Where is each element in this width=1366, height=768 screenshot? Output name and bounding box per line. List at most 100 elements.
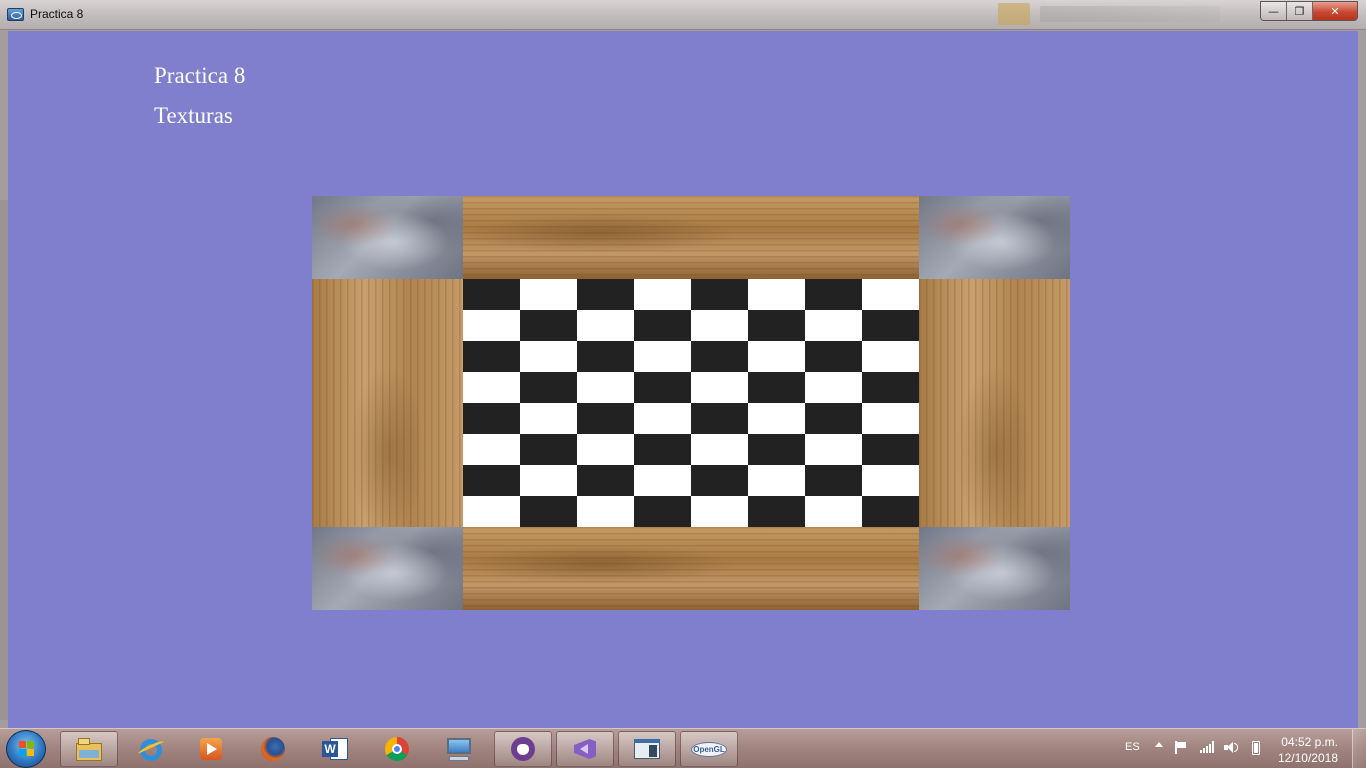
checker-cell [634,403,691,434]
checker-cell [577,403,634,434]
firefox-icon [258,735,288,763]
checker-cell [862,310,919,341]
background-window-title [1040,6,1220,22]
windows-start-icon [19,741,35,757]
show-desktop-button[interactable] [1352,729,1366,768]
app-window-icon [7,8,24,21]
checker-cell [691,434,748,465]
checker-cell [691,372,748,403]
volume-icon[interactable] [1224,741,1238,754]
checker-cell [520,496,577,527]
taskbar-internet-explorer[interactable] [122,731,180,767]
checker-cell [520,341,577,372]
checker-cell [748,341,805,372]
checker-cell [862,341,919,372]
checker-cell [463,310,520,341]
checker-cell [520,279,577,310]
checker-cell [520,465,577,496]
taskbar-github-desktop[interactable] [494,731,552,767]
caption-buttons: — ❐ ✕ [1260,1,1358,21]
title-bar[interactable]: Practica 8 — ❐ ✕ [0,0,1366,30]
clock-date[interactable]: 12/10/2018 [1278,751,1338,765]
checker-cell [520,372,577,403]
taskbar-visual-studio[interactable] [556,731,614,767]
close-icon: ✕ [1330,5,1340,18]
maximize-icon: ❐ [1294,5,1305,18]
wood-edge-top [463,196,919,279]
stone-corner-bottom-right [919,527,1070,610]
opengl-viewport[interactable]: Practica 8 Texturas [8,31,1358,728]
checker-cell [463,496,520,527]
stone-corner-top-right [919,196,1070,279]
action-center-flag-icon[interactable] [1175,741,1187,754]
language-indicator[interactable]: ES [1125,741,1140,753]
checker-cell [634,465,691,496]
taskbar-remote-desktop[interactable] [430,731,488,767]
checker-cell [577,279,634,310]
checker-cell [520,310,577,341]
checker-cell [691,496,748,527]
checker-cell [577,341,634,372]
checkerboard [463,279,919,527]
checker-cell [862,465,919,496]
checker-cell [463,434,520,465]
checker-cell [805,434,862,465]
checker-cell [577,465,634,496]
github-desktop-icon [508,735,538,763]
taskbar-file-explorer[interactable] [60,731,118,767]
minimize-button[interactable]: — [1261,2,1287,20]
window-left-edge [0,200,8,720]
checker-cell [463,372,520,403]
checker-cell [691,403,748,434]
checker-cell [577,496,634,527]
battery-icon[interactable] [1252,741,1260,755]
checker-cell [748,279,805,310]
close-button[interactable]: ✕ [1313,2,1357,20]
clock-time[interactable]: 04:52 p.m. [1281,735,1338,749]
remote-desktop-icon [444,735,474,763]
taskbar-firefox[interactable] [244,731,302,767]
taskbar-media-player[interactable] [182,731,240,767]
checker-cell [691,465,748,496]
checker-cell [805,279,862,310]
checker-cell [634,372,691,403]
taskbar-chrome[interactable] [368,731,426,767]
checker-cell [463,341,520,372]
checker-cell [634,341,691,372]
checker-cell [748,403,805,434]
checker-cell [691,341,748,372]
maximize-button[interactable]: ❐ [1287,2,1313,20]
minimize-icon: — [1268,5,1279,18]
checker-cell [634,496,691,527]
checker-cell [748,372,805,403]
checker-cell [862,372,919,403]
checker-cell [862,403,919,434]
show-hidden-icons-icon[interactable] [1155,742,1163,747]
checker-cell [748,434,805,465]
taskbar-opengl-app[interactable]: OpenGL [680,731,738,767]
taskbar-word[interactable]: W [306,731,364,767]
application-window: Practica 8 — ❐ ✕ Practica 8 Texturas [0,0,1366,728]
file-explorer-icon [74,735,104,763]
textured-board [312,196,1070,610]
start-button[interactable] [6,730,46,768]
checker-cell [463,465,520,496]
checker-cell [520,434,577,465]
checker-cell [862,496,919,527]
wood-edge-left [312,279,463,527]
console-window-icon [632,735,662,763]
checker-cell [805,403,862,434]
checker-cell [862,279,919,310]
checker-cell [748,310,805,341]
internet-explorer-icon [136,735,166,763]
checker-cell [862,434,919,465]
checker-cell [520,403,577,434]
taskbar-console-window[interactable] [618,731,676,767]
network-signal-icon[interactable] [1200,741,1214,753]
visual-studio-icon [570,735,600,763]
taskbar: W OpenGL ES 04:52 p.m. 12/10/2018 [0,728,1366,768]
checker-cell [691,310,748,341]
checker-cell [805,465,862,496]
wood-edge-bottom [463,527,919,610]
scene-subtitle: Texturas [154,103,233,128]
